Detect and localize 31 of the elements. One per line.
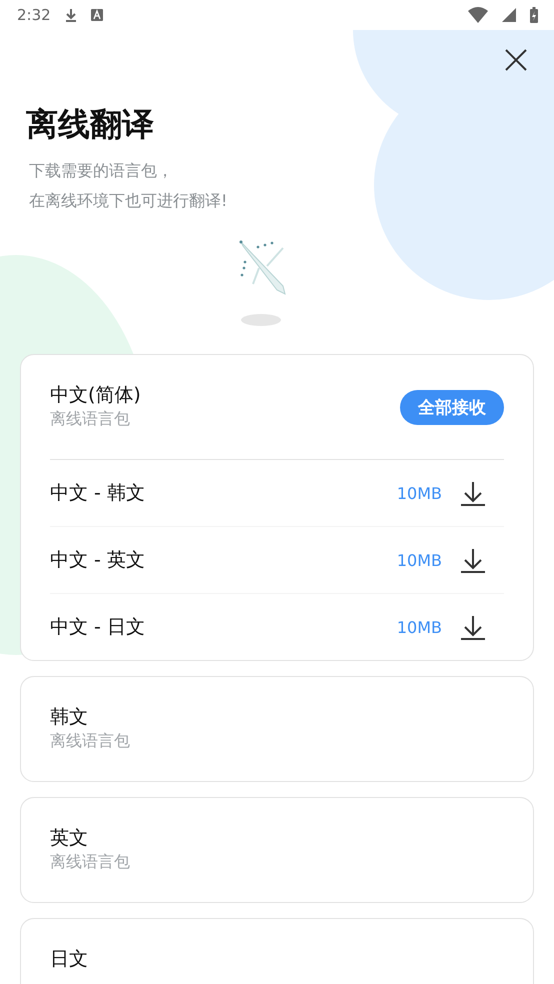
receive-all-button[interactable]: 全部接收: [400, 390, 504, 424]
download-icon: [460, 480, 486, 506]
download-button[interactable]: [460, 614, 486, 640]
language-pair: 中文 - 韩文: [50, 481, 146, 506]
download-icon: [460, 614, 486, 640]
language-name: 中文(简体): [50, 383, 141, 407]
status-time: 2:32: [17, 6, 51, 24]
pack-label: 离线语言包: [50, 408, 131, 430]
keyboard-icon: [90, 9, 103, 21]
language-pair: 中文 - 日文: [50, 615, 146, 640]
download-icon: [64, 8, 77, 22]
download-button[interactable]: [460, 547, 486, 573]
close-button[interactable]: [504, 48, 528, 72]
close-icon: [505, 49, 527, 71]
pack-label: 离线语言包: [50, 730, 130, 752]
file-size: 10MB: [396, 484, 442, 502]
page-title: 离线翻译: [26, 104, 155, 144]
wifi-icon: [468, 7, 488, 23]
language-name: 日文: [50, 947, 88, 971]
signal-icon: [502, 8, 516, 22]
download-icon: [460, 547, 486, 573]
file-size: 10MB: [396, 618, 442, 636]
pack-label: 离线语言包: [50, 851, 130, 873]
language-name: 韩文: [50, 705, 89, 729]
download-button[interactable]: [460, 480, 486, 506]
battery-icon: [530, 7, 538, 23]
language-pair: 中文 - 英文: [50, 548, 146, 573]
file-size: 10MB: [396, 550, 442, 570]
language-name: 英文: [50, 826, 89, 850]
subtitle-text: 在离线环境下也可进行翻译!: [29, 190, 228, 212]
subtitle-text: 下载需要的语言包，: [29, 160, 174, 182]
